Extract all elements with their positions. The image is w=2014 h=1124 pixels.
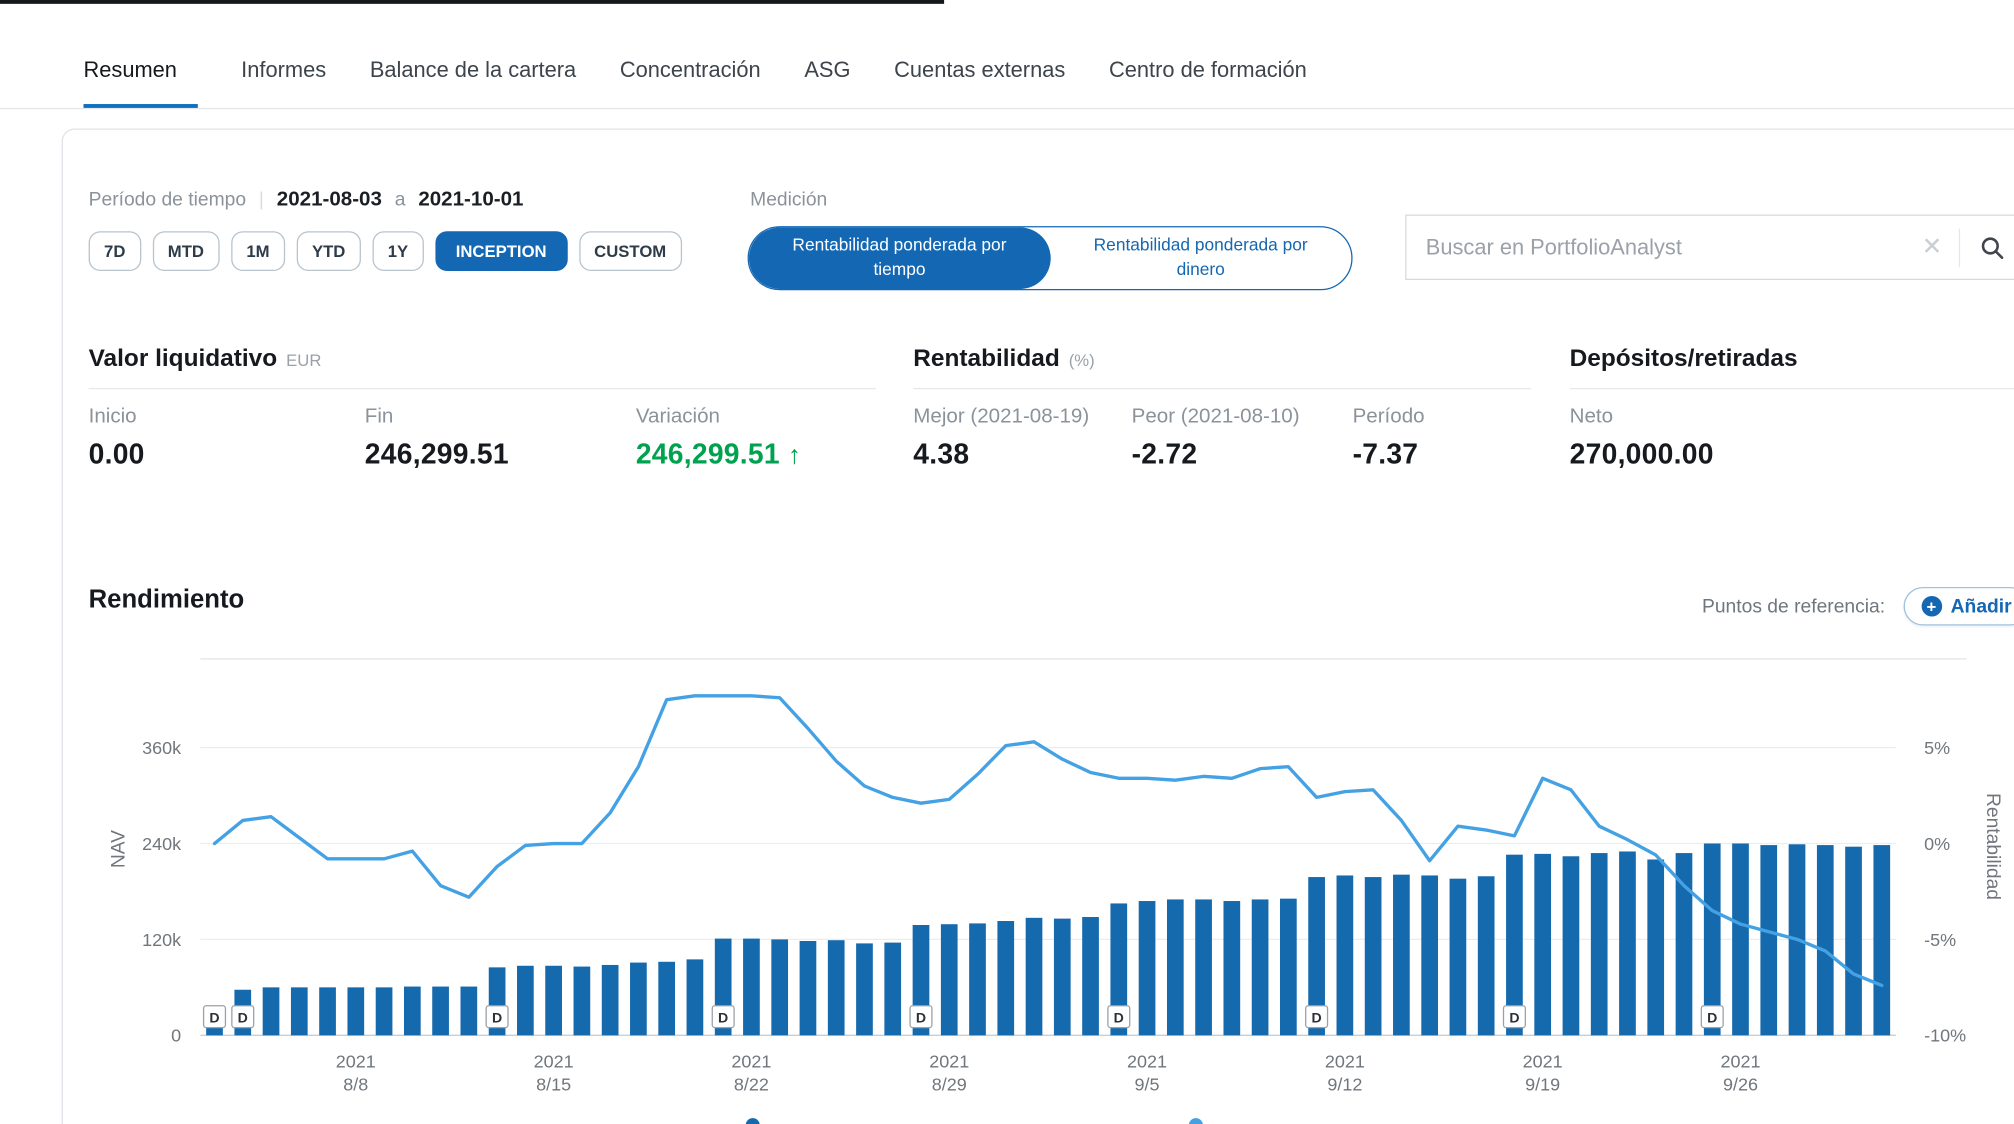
tab-asg[interactable]: ASG bbox=[804, 58, 850, 108]
svg-text:Rentabilidad: Rentabilidad bbox=[1982, 793, 2003, 900]
svg-text:240k: 240k bbox=[142, 834, 182, 854]
range-button-1m[interactable]: 1M bbox=[231, 231, 285, 271]
returns-stats-group: Rentabilidad (%) Mejor (2021-08-19) 4.38… bbox=[913, 346, 1531, 472]
add-benchmark-button[interactable]: + Añadir bbox=[1903, 587, 2014, 626]
stat-peor: Peor (2021-08-10) -2.72 bbox=[1132, 406, 1353, 472]
svg-text:9/19: 9/19 bbox=[1525, 1075, 1560, 1095]
divider bbox=[89, 388, 876, 389]
page: Resumen Informes Balance de la cartera C… bbox=[0, 0, 2014, 1124]
svg-text:D: D bbox=[209, 1009, 219, 1025]
stat-mejor: Mejor (2021-08-19) 4.38 bbox=[913, 406, 1131, 472]
period-end-date: 2021-10-01 bbox=[418, 189, 523, 212]
returns-stats-title: Rentabilidad bbox=[913, 346, 1059, 374]
svg-text:2021: 2021 bbox=[534, 1051, 574, 1071]
range-button-custom[interactable]: CUSTOM bbox=[579, 231, 682, 271]
svg-text:8/22: 8/22 bbox=[734, 1075, 769, 1095]
svg-text:9/12: 9/12 bbox=[1327, 1075, 1362, 1095]
tab-resumen[interactable]: Resumen bbox=[83, 58, 197, 108]
search-box: ✕ bbox=[1405, 215, 2014, 281]
svg-text:D: D bbox=[1312, 1009, 1322, 1025]
stat-inicio: Inicio 0.00 bbox=[89, 406, 365, 472]
svg-text:8/15: 8/15 bbox=[536, 1075, 571, 1095]
svg-text:5%: 5% bbox=[1924, 738, 1950, 758]
svg-text:D: D bbox=[1707, 1009, 1717, 1025]
stat-fin: Fin 246,299.51 bbox=[365, 406, 636, 472]
date-range-buttons: 7D MTD 1M YTD 1Y INCEPTION CUSTOM bbox=[89, 231, 682, 271]
svg-text:9/26: 9/26 bbox=[1723, 1075, 1758, 1095]
svg-text:D: D bbox=[492, 1009, 502, 1025]
returns-stats-unit: (%) bbox=[1069, 351, 1095, 370]
divider: | bbox=[259, 189, 264, 211]
benchmarks-label: Puntos de referencia: bbox=[1702, 595, 1885, 617]
toggle-time-weighted[interactable]: Rentabilidad ponderada por tiempo bbox=[749, 227, 1050, 289]
nav-stats-group: Valor liquidativo EUR Inicio 0.00 Fin 24… bbox=[89, 346, 876, 472]
svg-text:2021: 2021 bbox=[929, 1051, 969, 1071]
divider bbox=[913, 388, 1531, 389]
svg-text:D: D bbox=[1509, 1009, 1519, 1025]
range-button-ytd[interactable]: YTD bbox=[297, 231, 361, 271]
deposits-stats-title: Depósitos/retiradas bbox=[1570, 346, 1798, 374]
summary-card: Período de tiempo | 2021-08-03 a 2021-10… bbox=[62, 128, 2014, 1124]
tab-concentracion[interactable]: Concentración bbox=[620, 58, 761, 108]
top-header-remnant bbox=[0, 0, 944, 4]
svg-text:-5%: -5% bbox=[1924, 930, 1956, 950]
svg-text:-10%: -10% bbox=[1924, 1026, 1966, 1046]
search-input[interactable] bbox=[1407, 216, 1905, 279]
main-tabs: Resumen Informes Balance de la cartera C… bbox=[0, 0, 2014, 109]
performance-chart[interactable]: D D D D D D D D D 360k 240k 120k 0 5% 0% -5% -10% 2021 8/8… bbox=[78, 641, 2005, 1124]
toggle-time-weighted-line2: tiempo bbox=[873, 258, 925, 282]
tab-balance-cartera[interactable]: Balance de la cartera bbox=[370, 58, 576, 108]
toggle-money-weighted[interactable]: Rentabilidad ponderada por dinero bbox=[1050, 227, 1351, 289]
period-separator: a bbox=[395, 189, 406, 211]
range-button-mtd[interactable]: MTD bbox=[152, 231, 219, 271]
toggle-time-weighted-line1: Rentabilidad ponderada por bbox=[792, 234, 1006, 258]
svg-text:0%: 0% bbox=[1924, 834, 1950, 854]
period-label: Período de tiempo bbox=[89, 189, 246, 211]
svg-text:360k: 360k bbox=[142, 738, 182, 758]
svg-text:8/8: 8/8 bbox=[343, 1075, 368, 1095]
range-button-inception[interactable]: INCEPTION bbox=[435, 231, 567, 271]
divider bbox=[1570, 388, 2014, 389]
svg-text:D: D bbox=[718, 1009, 728, 1025]
svg-text:NAV: NAV bbox=[109, 830, 130, 868]
search-icon[interactable] bbox=[1960, 234, 2014, 260]
svg-text:2021: 2021 bbox=[1523, 1051, 1563, 1071]
deposits-stats-group: Depósitos/retiradas Neto 270,000.00 bbox=[1570, 346, 2014, 472]
svg-text:D: D bbox=[1114, 1009, 1124, 1025]
svg-text:2021: 2021 bbox=[1127, 1051, 1167, 1071]
period-row: Período de tiempo | 2021-08-03 a 2021-10… bbox=[89, 189, 524, 212]
range-button-1y[interactable]: 1Y bbox=[372, 231, 423, 271]
svg-text:D: D bbox=[916, 1009, 926, 1025]
tab-informes[interactable]: Informes bbox=[241, 58, 326, 108]
performance-title: Rendimiento bbox=[89, 586, 245, 616]
nav-stats-title: Valor liquidativo bbox=[89, 346, 278, 374]
plus-icon: + bbox=[1921, 596, 1942, 617]
svg-text:2021: 2021 bbox=[1721, 1051, 1761, 1071]
stat-neto: Neto 270,000.00 bbox=[1570, 406, 1714, 472]
svg-text:0: 0 bbox=[171, 1026, 181, 1046]
toggle-money-weighted-line1: Rentabilidad ponderada por bbox=[1094, 234, 1308, 258]
measure-label: Medición bbox=[750, 189, 827, 211]
measure-toggle: Rentabilidad ponderada por tiempo Rentab… bbox=[748, 226, 1353, 290]
svg-text:8/29: 8/29 bbox=[932, 1075, 967, 1095]
up-arrow-icon: ↑ bbox=[788, 442, 801, 470]
svg-text:2021: 2021 bbox=[1325, 1051, 1365, 1071]
clear-icon[interactable]: ✕ bbox=[1905, 232, 1959, 262]
svg-text:9/5: 9/5 bbox=[1135, 1075, 1160, 1095]
tab-centro-formacion[interactable]: Centro de formación bbox=[1109, 58, 1307, 108]
benchmarks-row: Puntos de referencia: + Añadir bbox=[1702, 587, 2014, 626]
svg-text:D: D bbox=[238, 1009, 248, 1025]
svg-text:2021: 2021 bbox=[731, 1051, 771, 1071]
stat-periodo: Período -7.37 bbox=[1353, 406, 1425, 472]
period-start-date: 2021-08-03 bbox=[277, 189, 382, 212]
svg-text:2021: 2021 bbox=[336, 1051, 376, 1071]
tab-cuentas-externas[interactable]: Cuentas externas bbox=[894, 58, 1065, 108]
toggle-money-weighted-line2: dinero bbox=[1177, 258, 1225, 282]
nav-stats-unit: EUR bbox=[286, 351, 321, 370]
svg-text:120k: 120k bbox=[142, 930, 182, 950]
stat-variacion: Variación 246,299.51 ↑ bbox=[636, 406, 801, 472]
range-button-7d[interactable]: 7D bbox=[89, 231, 141, 271]
